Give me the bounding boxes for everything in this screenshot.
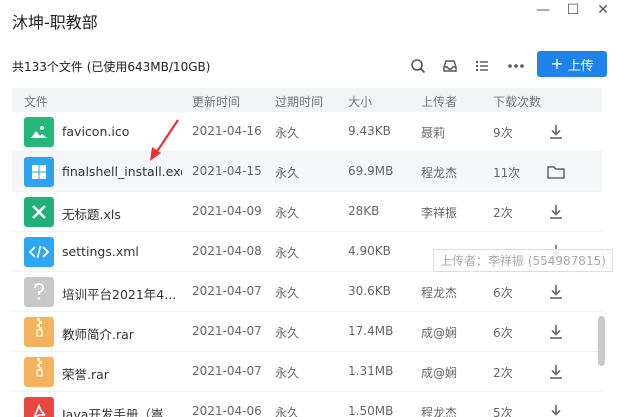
- column-size[interactable]: 大小: [348, 93, 372, 110]
- download-icon[interactable]: [546, 202, 566, 222]
- window-title: 沐坤-职教部: [12, 13, 98, 32]
- file-expire: 永久: [275, 366, 300, 380]
- windows-icon: [24, 157, 54, 187]
- file-expire: 永久: [275, 126, 300, 140]
- file-size: 28KB: [348, 204, 380, 218]
- inbox-icon[interactable]: [440, 56, 460, 76]
- file-uploader: 成@娴: [421, 366, 458, 380]
- file-row[interactable]: 荣誉.rar 2021-04-07 永久 1.31MB 成@娴 2次: [12, 352, 602, 392]
- file-name[interactable]: 无标题.xls: [62, 204, 121, 223]
- download-icon[interactable]: [546, 282, 566, 302]
- file-download-count: 5次: [493, 406, 513, 417]
- file-date: 2021-04-08: [192, 244, 262, 258]
- file-size: 30.6KB: [348, 284, 391, 298]
- more-icon[interactable]: [506, 56, 526, 76]
- pdf-icon: [24, 397, 54, 417]
- file-row[interactable]: finalshell_install.exe 2021-04-15 永久 69.9MB…: [12, 152, 602, 192]
- unknown-icon: [24, 277, 54, 307]
- file-date: 2021-04-06: [192, 404, 262, 417]
- file-name[interactable]: Java开发手册（嵩...: [62, 404, 175, 417]
- file-uploader: 成@娴: [421, 326, 458, 340]
- excel-icon: [24, 197, 54, 227]
- file-name[interactable]: finalshell_install.exe: [62, 164, 182, 179]
- file-download-count: 2次: [493, 206, 513, 220]
- file-uploader: 聂莉: [421, 126, 446, 140]
- plus-icon: +: [550, 54, 564, 73]
- file-row[interactable]: favicon.ico 2021-04-16 永久 9.43KB 聂莉 9次: [12, 112, 602, 152]
- scrollbar-thumb[interactable]: [598, 316, 605, 366]
- file-size: 69.9MB: [348, 164, 394, 178]
- table-header: 文件 更新时间 过期时间 大小 上传者 下载次数: [12, 88, 602, 112]
- file-size: 4.90KB: [348, 244, 391, 258]
- file-size: 1.31MB: [348, 364, 394, 378]
- file-expire: 永久: [275, 326, 300, 340]
- file-expire: 永久: [275, 166, 300, 180]
- file-size: 17.4MB: [348, 324, 394, 338]
- column-expire[interactable]: 过期时间: [275, 93, 323, 110]
- file-date: 2021-04-15: [192, 164, 262, 178]
- file-download-count: 11次: [493, 166, 521, 180]
- column-date[interactable]: 更新时间: [192, 93, 240, 110]
- uploader-tooltip: 上传者：李祥振 (554987815): [433, 249, 613, 272]
- file-date: 2021-04-07: [192, 284, 262, 298]
- file-row[interactable]: 无标题.xls 2021-04-09 永久 28KB 李祥振 2次: [12, 192, 602, 232]
- image-icon: [24, 117, 54, 147]
- maximize-button[interactable]: ☐: [558, 0, 588, 20]
- toolbar: 共133个文件 (已使用643MB/10GB): [0, 48, 618, 82]
- file-expire: 永久: [275, 286, 300, 300]
- file-uploader: 程龙杰: [421, 166, 458, 180]
- file-download-count: 2次: [493, 366, 513, 380]
- file-name[interactable]: settings.xml: [62, 244, 139, 259]
- file-download-count: 9次: [493, 126, 513, 140]
- download-icon[interactable]: [546, 362, 566, 382]
- file-row[interactable]: 教师简介.rar 2021-04-07 永久 17.4MB 成@娴 6次: [12, 312, 602, 352]
- minimize-button[interactable]: —: [528, 0, 558, 20]
- file-row[interactable]: 培训平台2021年4... 2021-04-07 永久 30.6KB 程龙杰 6次: [12, 272, 602, 312]
- search-icon[interactable]: [408, 56, 428, 76]
- file-name[interactable]: favicon.ico: [62, 124, 129, 139]
- file-date: 2021-04-16: [192, 124, 262, 138]
- file-name[interactable]: 教师简介.rar: [62, 324, 134, 343]
- file-row[interactable]: Java开发手册（嵩... 2021-04-06 永久 1.50MB 程龙杰 5次: [12, 392, 602, 417]
- file-date: 2021-04-07: [192, 364, 262, 378]
- file-date: 2021-04-07: [192, 324, 262, 338]
- file-uploader: 程龙杰: [421, 286, 458, 300]
- folder-icon[interactable]: [546, 162, 566, 182]
- archive-icon: [24, 317, 54, 347]
- column-count[interactable]: 下载次数: [493, 93, 541, 110]
- file-download-count: 6次: [493, 286, 513, 300]
- column-uploader[interactable]: 上传者: [421, 93, 457, 110]
- code-icon: [24, 237, 54, 267]
- download-icon[interactable]: [546, 322, 566, 342]
- file-date: 2021-04-09: [192, 204, 262, 218]
- file-stat: 共133个文件 (已使用643MB/10GB): [12, 60, 211, 74]
- download-icon[interactable]: [546, 122, 566, 142]
- file-uploader: 程龙杰: [421, 406, 458, 417]
- download-icon[interactable]: [546, 402, 566, 417]
- file-name[interactable]: 荣誉.rar: [62, 364, 109, 383]
- file-expire: 永久: [275, 206, 300, 220]
- file-expire: 永久: [275, 406, 300, 417]
- file-uploader: 李祥振: [421, 206, 458, 220]
- column-name[interactable]: 文件: [24, 93, 48, 110]
- file-download-count: 6次: [493, 326, 513, 340]
- file-size: 9.43KB: [348, 124, 391, 138]
- file-size: 1.50MB: [348, 404, 394, 417]
- upload-label: 上传: [567, 58, 594, 74]
- title-bar: 沐坤-职教部 — ☐ ✕: [0, 0, 618, 40]
- list-view-icon[interactable]: [472, 56, 492, 76]
- close-button[interactable]: ✕: [588, 0, 618, 20]
- file-expire: 永久: [275, 246, 300, 260]
- archive-icon: [24, 357, 54, 387]
- file-name[interactable]: 培训平台2021年4...: [62, 284, 176, 303]
- upload-button[interactable]: + 上传: [537, 51, 607, 77]
